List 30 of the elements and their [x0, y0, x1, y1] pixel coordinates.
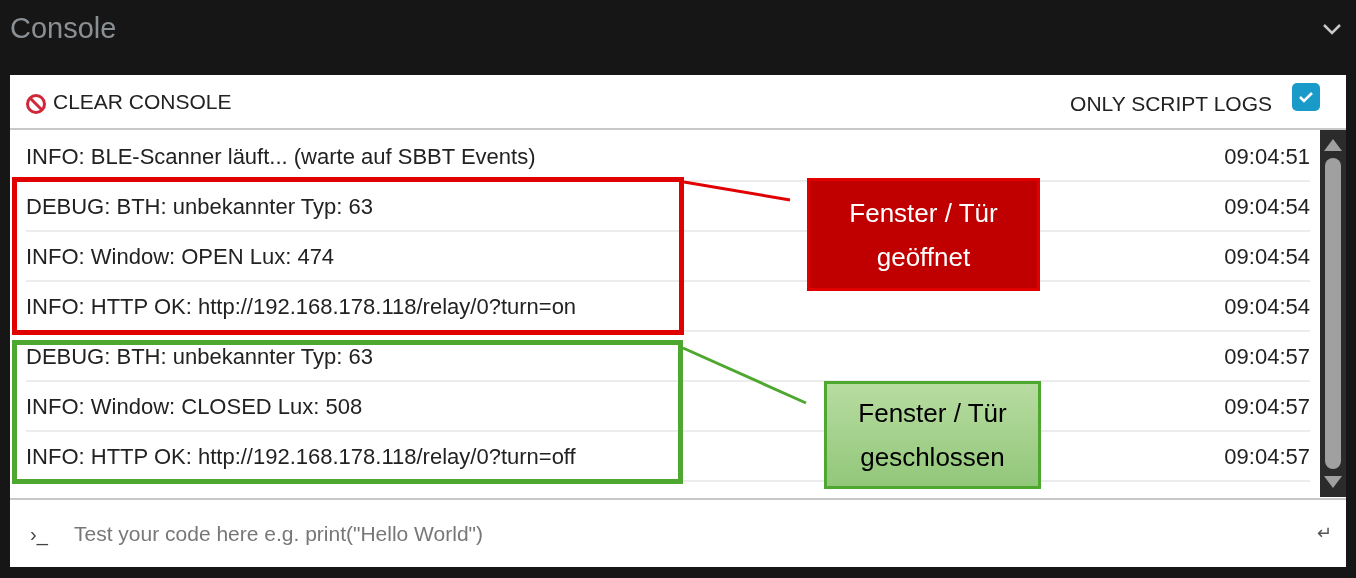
log-message: INFO: HTTP OK: http://192.168.178.118/relay/0?turn=off [26, 442, 576, 471]
scrollbar[interactable] [1320, 130, 1346, 497]
scrollbar-thumb[interactable] [1325, 158, 1341, 469]
callout-label: Fenster / Tür geöffnet [807, 178, 1040, 291]
filter-checkbox[interactable] [1292, 82, 1320, 111]
prompt-icon: ›_ [30, 518, 74, 549]
log-time: 09:04:54 [1224, 242, 1310, 271]
log-time: 09:04:57 [1224, 342, 1310, 371]
clear-console-button[interactable]: CLEAR CONSOLE [25, 85, 232, 118]
scroll-down-icon[interactable] [1323, 475, 1343, 489]
callout-label: Fenster / Tür geschlossen [824, 381, 1041, 489]
chevron-down-icon[interactable] [1322, 22, 1342, 35]
log-message: DEBUG: BTH: unbekannter Typ: 63 [26, 192, 373, 221]
log-message: INFO: BLE-Scanner läuft... (warte auf SBBT Events) [26, 142, 536, 171]
scroll-up-icon[interactable] [1323, 138, 1343, 152]
log-message: INFO: Window: OPEN Lux: 474 [26, 242, 335, 271]
log-message: INFO: HTTP OK: http://192.168.178.118/relay/0?turn=on [26, 292, 577, 321]
log-time: 09:04:57 [1224, 392, 1310, 421]
code-input-field[interactable]: Test your code here e.g. print("Hello World") [74, 517, 1317, 550]
log-time: 09:04:57 [1224, 442, 1310, 471]
log-time: 09:04:51 [1224, 142, 1310, 171]
log-time: 09:04:54 [1224, 192, 1310, 221]
log-message: DEBUG: BTH: unbekannter Typ: 63 [26, 342, 373, 371]
panel-title: Console [10, 10, 117, 46]
log-time: 09:04:54 [1224, 292, 1310, 321]
prohibited-icon [25, 93, 47, 115]
log-message: INFO: Window: CLOSED Lux: 508 [26, 392, 363, 421]
check-icon [1298, 90, 1314, 103]
enter-icon: ↵ [1317, 520, 1332, 547]
filter-label: ONLY SCRIPT LOGS [1070, 90, 1272, 117]
